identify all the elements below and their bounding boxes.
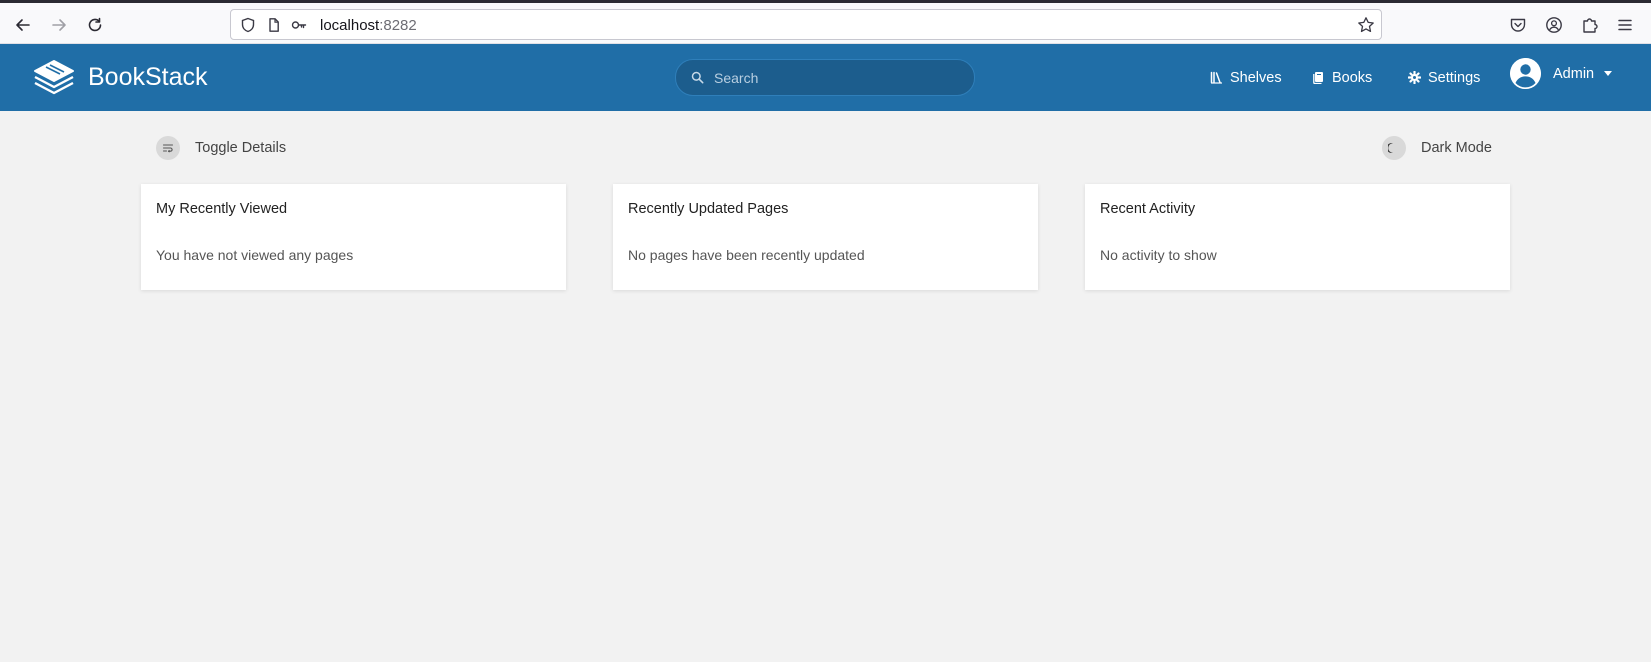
- pocket-button[interactable]: [1508, 15, 1528, 35]
- search-icon: [691, 71, 704, 84]
- browser-toolbar: localhost:8282: [0, 3, 1651, 44]
- card-title: My Recently Viewed: [156, 201, 288, 217]
- dark-mode-icon-wrap: [1382, 136, 1406, 160]
- card-recently-viewed: My Recently Viewed You have not viewed a…: [141, 184, 566, 290]
- search-box[interactable]: [675, 59, 975, 96]
- card-empty-message: You have not viewed any pages: [156, 247, 354, 263]
- moon-icon: [1388, 143, 1393, 153]
- dark-mode-label: Dark Mode: [1421, 140, 1492, 156]
- nav-shelves[interactable]: Shelves: [1210, 44, 1282, 111]
- card-recent-activity: Recent Activity No activity to show: [1085, 184, 1510, 290]
- reload-icon: [88, 17, 102, 32]
- card-empty-message: No pages have been recently updated: [628, 247, 865, 263]
- hamburger-menu-icon: [1618, 19, 1632, 31]
- nav-settings[interactable]: Settings: [1408, 44, 1480, 111]
- page-icon[interactable]: [266, 17, 282, 33]
- toggle-details-button[interactable]: Toggle Details: [156, 136, 286, 160]
- user-avatar-icon: [1510, 58, 1541, 89]
- extensions-button[interactable]: [1580, 15, 1600, 35]
- app-header: BookStack Shelves Books Settings Admin: [0, 44, 1651, 111]
- logo-link[interactable]: BookStack: [32, 57, 208, 97]
- gear-icon: [1408, 71, 1421, 84]
- url-bar[interactable]: localhost:8282: [230, 9, 1382, 40]
- reload-button[interactable]: [81, 11, 109, 39]
- arrow-right-icon: [52, 19, 66, 31]
- caret-down-icon: [1604, 71, 1613, 76]
- star-bookmark-icon[interactable]: [1357, 16, 1375, 34]
- toggle-details-icon: [162, 144, 174, 153]
- user-name: Admin: [1553, 65, 1595, 82]
- bookstack-logo-icon: [34, 60, 74, 95]
- card-empty-message: No activity to show: [1100, 247, 1217, 263]
- menu-button[interactable]: [1615, 15, 1635, 35]
- user-menu-toggle[interactable]: Admin: [1510, 58, 1613, 89]
- search-input[interactable]: [714, 60, 964, 95]
- nav-settings-label: Settings: [1428, 69, 1481, 86]
- card-recently-updated-pages: Recently Updated Pages No pages have bee…: [613, 184, 1038, 290]
- pocket-icon: [1510, 18, 1526, 32]
- shield-icon[interactable]: [240, 17, 256, 33]
- toggle-details-label: Toggle Details: [195, 140, 287, 156]
- card-title: Recent Activity: [1100, 201, 1196, 217]
- nav-books[interactable]: Books: [1312, 44, 1372, 111]
- shelves-icon: [1210, 71, 1222, 84]
- forward-button[interactable]: [45, 11, 73, 39]
- nav-books-label: Books: [1332, 69, 1373, 86]
- key-icon[interactable]: [291, 17, 307, 33]
- url-host: localhost: [320, 17, 380, 34]
- arrow-left-icon: [16, 19, 30, 31]
- url-text[interactable]: localhost:8282: [320, 17, 417, 34]
- dark-mode-button[interactable]: Dark Mode: [1382, 136, 1492, 160]
- avatar: [1510, 58, 1541, 89]
- toggle-details-icon-wrap: [156, 136, 180, 160]
- account-icon: [1546, 17, 1562, 33]
- url-port: :8282: [379, 17, 417, 34]
- app-name: BookStack: [88, 62, 208, 91]
- card-title: Recently Updated Pages: [628, 201, 789, 217]
- nav-shelves-label: Shelves: [1230, 69, 1282, 86]
- back-button[interactable]: [9, 11, 37, 39]
- books-icon: [1313, 72, 1323, 84]
- account-button[interactable]: [1544, 15, 1564, 35]
- puzzle-icon: [1583, 18, 1598, 33]
